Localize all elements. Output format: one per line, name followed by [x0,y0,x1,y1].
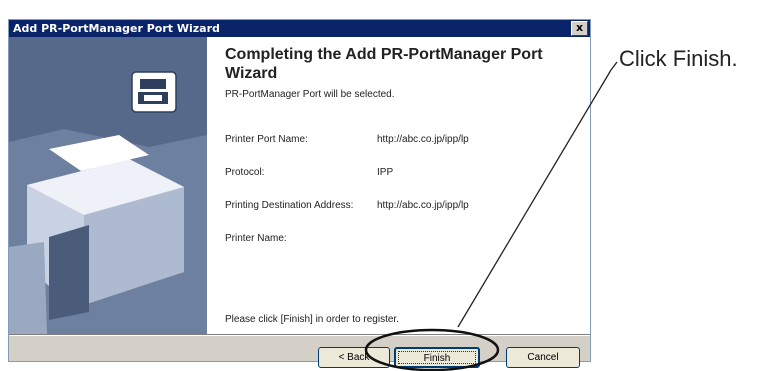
cancel-button[interactable]: Cancel [506,347,580,368]
close-button[interactable]: x [571,21,588,36]
field-label: Printing Destination Address: [225,200,354,211]
title-bar: Add PR-PortManager Port Wizard x [9,20,590,37]
back-button[interactable]: < Back [318,347,390,368]
field-value: http://abc.co.jp/ipp/lp [377,134,469,145]
button-bar: < Back Finish Cancel [9,336,590,368]
wizard-window: Add PR-PortManager Port Wizard x Complet… [8,19,591,368]
wizard-heading: Completing the Add PR-PortManager Port W… [225,46,543,82]
focus-ring [398,351,476,364]
wizard-banner-image [9,37,207,334]
callout-text: Click Finish. [619,46,738,71]
register-instruction: Please click [Finish] in order to regist… [225,314,399,325]
wizard-subtext: PR-PortManager Port will be selected. [225,89,395,100]
callout-tick [610,61,618,71]
field-label: Protocol: [225,167,265,178]
field-label: Printer Name: [225,233,287,244]
finish-button[interactable]: Finish [394,347,480,368]
wizard-content: Completing the Add PR-PortManager Port W… [207,37,590,334]
close-icon: x [575,21,584,34]
field-value: IPP [377,167,394,178]
printer-icon [131,71,177,113]
field-label: Printer Port Name: [225,134,308,145]
window-title: Add PR-PortManager Port Wizard [13,22,220,35]
field-value: http://abc.co.jp/ipp/lp [377,200,469,211]
